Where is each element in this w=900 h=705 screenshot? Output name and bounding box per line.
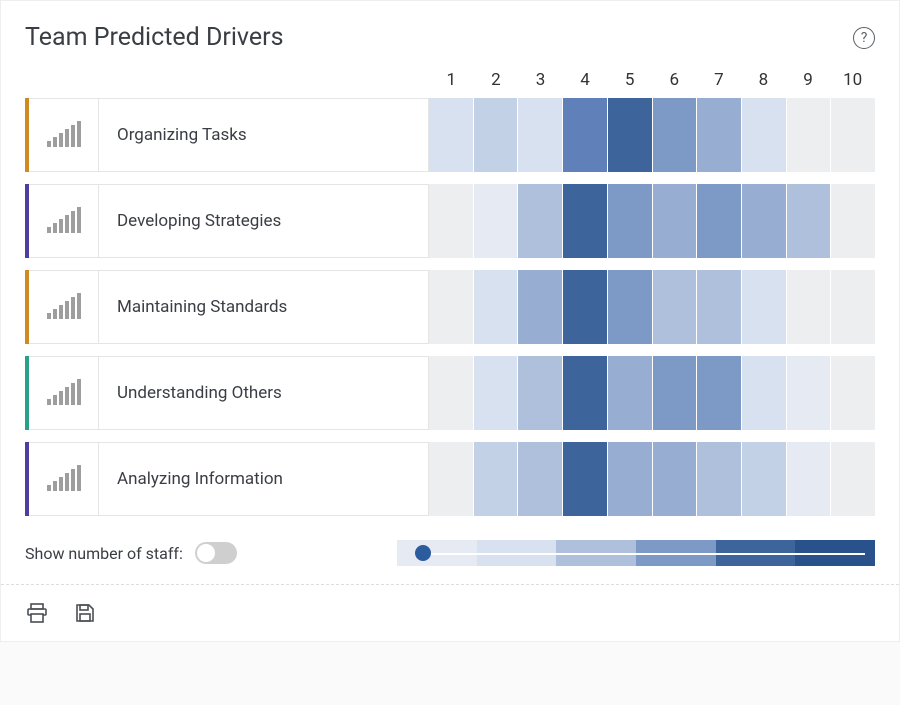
heat-cell [563,270,608,344]
column-header: 3 [518,70,563,92]
column-header: 1 [429,70,474,92]
driver-label[interactable]: Understanding Others [99,356,429,430]
heat-cell [608,98,653,172]
heat-cell [653,442,698,516]
card-title: Team Predicted Drivers [25,23,284,52]
driver-row: Organizing Tasks [25,98,875,172]
heat-cell [608,356,653,430]
column-header: 9 [786,70,831,92]
driver-row: Analyzing Information [25,442,875,516]
heat-cell [742,270,787,344]
heat-cell [831,98,875,172]
heat-cell [474,184,519,258]
heat-cell [697,184,742,258]
row-icon-cell[interactable] [29,442,99,516]
heat-cell [429,270,474,344]
heat-cell [563,98,608,172]
drivers-card: Team Predicted Drivers ? 12345678910 Org… [0,0,900,642]
heat-cell [608,184,653,258]
heat-cell [563,184,608,258]
driver-row: Developing Strategies [25,184,875,258]
heat-cell [653,270,698,344]
row-icon-cell[interactable] [29,356,99,430]
toggle-label: Show number of staff: [25,544,183,563]
heat-cell [742,98,787,172]
row-icon-cell[interactable] [29,184,99,258]
bars-icon [45,293,83,321]
driver-row: Maintaining Standards [25,270,875,344]
heat-cell [429,356,474,430]
heat-cell [653,98,698,172]
column-header: 2 [474,70,519,92]
driver-label[interactable]: Analyzing Information [99,442,429,516]
legend-marker[interactable] [415,545,431,561]
driver-label[interactable]: Organizing Tasks [99,98,429,172]
staff-toggle[interactable] [195,542,237,564]
column-headers: 12345678910 [25,70,875,92]
column-header: 4 [563,70,608,92]
row-icon-cell[interactable] [29,98,99,172]
heat-cell [474,356,519,430]
driver-row: Understanding Others [25,356,875,430]
heat-cell [831,184,875,258]
heat-cell [742,356,787,430]
column-header: 10 [830,70,875,92]
heat-cell [653,184,698,258]
column-header: 8 [741,70,786,92]
heat-cell [518,442,563,516]
heat-cell [653,356,698,430]
driver-label[interactable]: Maintaining Standards [99,270,429,344]
heat-cell [429,98,474,172]
heat-cell [474,442,519,516]
heat-cell [518,98,563,172]
heat-cell [429,184,474,258]
column-header: 7 [697,70,742,92]
heat-cell [563,442,608,516]
heat-cell [787,184,832,258]
row-icon-cell[interactable] [29,270,99,344]
bars-icon [45,121,83,149]
bars-icon [45,379,83,407]
heat-cell [787,442,832,516]
heat-cell [429,442,474,516]
heat-cell [831,442,875,516]
heat-cell [608,442,653,516]
heat-cell [831,356,875,430]
driver-label[interactable]: Developing Strategies [99,184,429,258]
heat-cell [787,356,832,430]
heat-cell [697,442,742,516]
heat-cell [474,98,519,172]
heat-cell [697,356,742,430]
heat-cell [787,98,832,172]
heat-cell [831,270,875,344]
bars-icon [45,465,83,493]
heat-cell [518,356,563,430]
color-legend [397,540,875,566]
bars-icon [45,207,83,235]
column-header: 6 [652,70,697,92]
save-button[interactable] [73,601,97,625]
heat-cell [608,270,653,344]
heat-cell [742,184,787,258]
heat-cell [787,270,832,344]
heat-cell [697,270,742,344]
print-button[interactable] [25,601,49,625]
heat-cell [518,270,563,344]
heat-cell [563,356,608,430]
column-header: 5 [607,70,652,92]
help-icon[interactable]: ? [853,27,875,49]
heat-cell [697,98,742,172]
heat-cell [518,184,563,258]
heat-cell [742,442,787,516]
heat-cell [474,270,519,344]
